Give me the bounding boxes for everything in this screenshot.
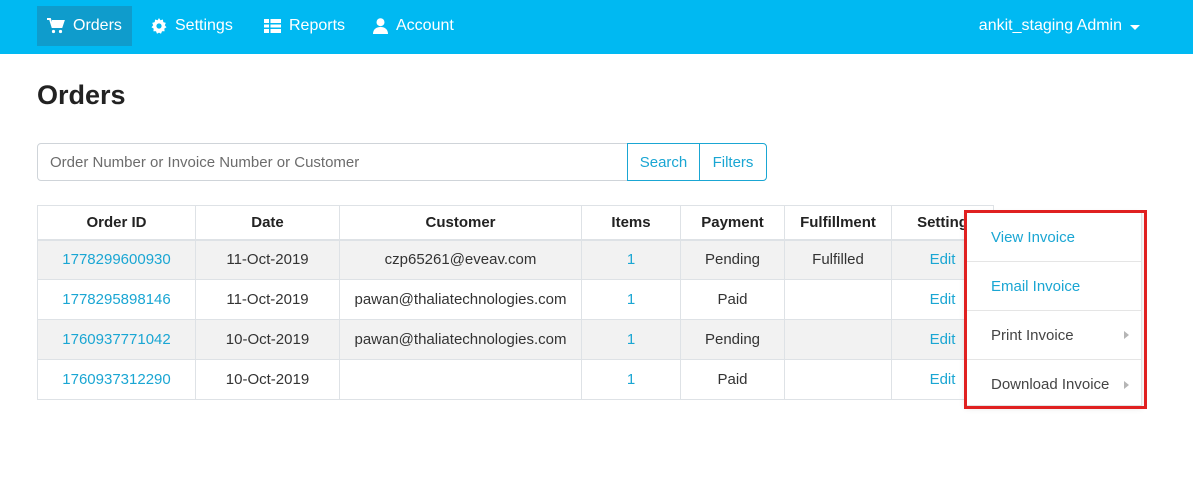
top-navbar: Orders Settings Reports Account ankit_st… [0,0,1193,54]
order-id-link[interactable]: 1760937771042 [62,331,170,348]
order-payment: Pending [680,239,785,280]
order-customer: pawan@thaliatechnologies.com [339,279,582,320]
user-menu-toggle[interactable]: ankit_staging Admin [979,6,1140,46]
search-button[interactable]: Search [627,143,700,181]
search-input[interactable] [37,143,628,181]
order-date: 11-Oct-2019 [195,279,340,320]
order-payment: Paid [680,279,785,320]
order-items-link[interactable]: 1 [627,371,635,388]
table-row: 1778299600930 11-Oct-2019 czp65261@eveav… [37,239,994,280]
order-fulfillment [784,319,892,360]
user-menu-label: ankit_staging Admin [978,17,1122,34]
header-date: Date [195,205,340,241]
menu-item-label: Download Invoice [991,376,1110,393]
menu-item-view-invoice[interactable]: View Invoice [966,213,1141,262]
header-payment: Payment [680,205,785,241]
header-fulfillment: Fulfillment [784,205,892,241]
header-customer: Customer [339,205,582,241]
order-id-link[interactable]: 1778299600930 [62,251,170,268]
user-icon [373,18,388,34]
order-fulfillment [784,279,892,320]
cart-icon [47,18,65,34]
order-items-link[interactable]: 1 [627,291,635,308]
order-date: 10-Oct-2019 [195,319,340,360]
page-title: Orders [37,80,126,110]
chevron-right-icon [1124,380,1129,389]
order-fulfillment: Fulfilled [784,239,892,280]
menu-item-label: Print Invoice [991,326,1074,344]
header-order-id: Order ID [37,205,196,241]
order-id-link[interactable]: 1760937312290 [62,371,170,388]
order-fulfillment [784,359,892,400]
invoice-dropdown-menu: View Invoice Email Invoice Print Invoice… [965,212,1142,406]
order-customer: czp65261@eveav.com [339,239,582,280]
nav-account-label: Account [396,17,454,34]
menu-item-label: Email Invoice [991,277,1081,295]
order-edit-link[interactable]: Edit [930,251,956,268]
order-id-link[interactable]: 1778295898146 [62,291,170,308]
chevron-right-icon [1124,331,1129,339]
order-items-link[interactable]: 1 [627,251,635,268]
table-header-row: Order ID Date Customer Items Payment Ful… [37,205,994,241]
table-row: 1760937312290 10-Oct-2019 1 Paid Edit [37,359,994,400]
nav-settings[interactable]: Settings [141,6,243,46]
nav-reports-label: Reports [289,17,346,34]
nav-orders-label: Orders [73,17,122,34]
header-items: Items [581,205,681,241]
orders-table: Order ID Date Customer Items Payment Ful… [37,205,994,400]
gear-icon [151,18,167,34]
order-customer [339,359,582,400]
order-edit-link[interactable]: Edit [930,371,956,388]
order-date: 10-Oct-2019 [195,359,340,400]
order-customer: pawan@thaliatechnologies.com [339,319,582,360]
order-edit-link[interactable]: Edit [930,331,956,348]
table-icon [264,19,281,33]
nav-settings-label: Settings [175,17,233,34]
filters-button[interactable]: Filters [699,143,767,181]
order-payment: Paid [680,359,785,400]
table-row: 1760937771042 10-Oct-2019 pawan@thaliate… [37,319,994,360]
order-payment: Pending [680,319,785,360]
nav-reports[interactable]: Reports [254,6,355,46]
nav-account[interactable]: Account [363,6,464,46]
order-items-link[interactable]: 1 [627,331,635,348]
caret-down-icon [1130,24,1140,30]
nav-orders[interactable]: Orders [37,6,132,46]
menu-item-download-invoice[interactable]: Download Invoice [966,360,1141,409]
order-edit-link[interactable]: Edit [930,291,956,308]
table-row: 1778295898146 11-Oct-2019 pawan@thaliate… [37,279,994,320]
menu-item-email-invoice[interactable]: Email Invoice [966,262,1141,311]
menu-item-label: View Invoice [991,228,1075,246]
menu-item-print-invoice[interactable]: Print Invoice [966,311,1141,360]
order-date: 11-Oct-2019 [195,239,340,280]
